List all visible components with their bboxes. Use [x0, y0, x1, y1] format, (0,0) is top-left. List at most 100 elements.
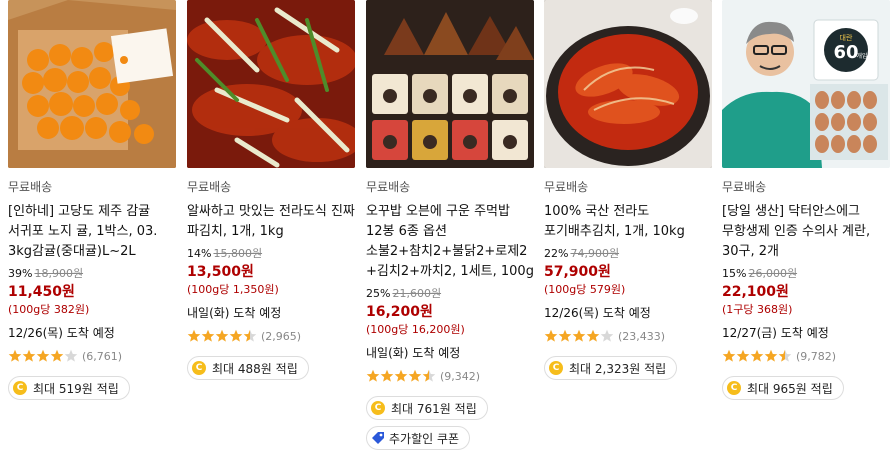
reward-badge: C 최대 488원 적립 — [187, 356, 309, 380]
review-count: (9,342) — [440, 369, 481, 383]
unit-price: (1구당 368원) — [722, 303, 793, 316]
review-count: (2,965) — [261, 329, 302, 343]
discount-rate: 14% — [187, 247, 212, 260]
product-image-eggs[interactable]: 대란 60 개입 — [722, 0, 890, 168]
discount-line: 14% 15,800원 — [187, 246, 355, 262]
sale-price: 11,450원 — [8, 284, 75, 300]
star-icon — [572, 329, 586, 342]
star-icon — [394, 369, 408, 382]
review-count: (23,433) — [618, 329, 666, 343]
original-price: 21,600원 — [392, 287, 442, 300]
free-shipping-label: 무료배송 — [366, 180, 411, 194]
star-icon — [22, 349, 36, 362]
star-icon — [544, 329, 558, 342]
product-title[interactable]: [당일 생산] 닥터안스에그 무항생제 인증 수의사 계란, 30구, 2개 — [722, 202, 890, 262]
product-title[interactable]: [인하네] 고당도 제주 감귤 서귀포 노지 귤, 1박스, 03. 3kg감귤… — [8, 202, 176, 262]
sale-price: 22,100원 — [722, 284, 789, 300]
free-shipping-label: 무료배송 — [722, 180, 767, 194]
badge-top-text: 대란 — [840, 34, 853, 42]
star-icon — [422, 369, 436, 382]
reward-text: 최대 2,323원 적립 — [569, 361, 667, 376]
arrival-date: 내일(화) 도착 예정 — [366, 346, 461, 360]
coupon-text: 추가할인 쿠폰 — [389, 431, 460, 446]
product-image-cabbage-kimchi[interactable] — [544, 0, 712, 168]
star-icon — [736, 349, 750, 362]
product-card[interactable]: 무료배송 오꾸밥 오븐에 구운 주먹밥 12봉 6종 옵션 소불2+참치2+불닭… — [366, 0, 534, 450]
rating: (6,761) — [8, 348, 176, 364]
discount-rate: 25% — [366, 287, 391, 300]
star-icon — [600, 329, 614, 342]
reward-text: 최대 488원 적립 — [212, 361, 298, 376]
coin-icon: C — [727, 381, 741, 395]
rating: (2,965) — [187, 328, 355, 344]
star-icon — [64, 349, 78, 362]
product-image-green-onion-kimchi[interactable] — [187, 0, 355, 168]
arrival-date: 12/27(금) 도착 예정 — [722, 326, 829, 340]
product-card[interactable]: 무료배송 [인하네] 고당도 제주 감귤 서귀포 노지 귤, 1박스, 03. … — [8, 0, 176, 400]
reward-text: 최대 519원 적립 — [33, 381, 119, 396]
product-card[interactable]: 무료배송 100% 국산 전라도 포기배추김치, 1개, 10kg 22% 74,… — [544, 0, 712, 380]
star-icon — [750, 349, 764, 362]
product-card[interactable]: 대란 60 개입 무료배송 [당일 생산] 닥터안스에그 무항생제 인증 수의사… — [722, 0, 890, 400]
star-rating — [722, 349, 792, 363]
badge-unit-text: 개입 — [856, 52, 867, 60]
discount-line: 25% 21,600원 — [366, 286, 534, 302]
coin-icon: C — [549, 361, 563, 375]
product-title[interactable]: 100% 국산 전라도 포기배추김치, 1개, 10kg — [544, 202, 712, 242]
coin-icon: C — [371, 401, 385, 415]
unit-price: (100g당 579원) — [544, 283, 626, 296]
reward-badge: C 최대 519원 적립 — [8, 376, 130, 400]
star-rating — [366, 369, 436, 383]
discount-line: 22% 74,900원 — [544, 246, 712, 262]
reward-text: 최대 965원 적립 — [747, 381, 833, 396]
star-icon — [243, 329, 257, 342]
star-icon — [366, 369, 380, 382]
discount-line: 15% 26,000원 — [722, 266, 890, 282]
reward-badge: C 최대 2,323원 적립 — [544, 356, 678, 380]
coin-icon: C — [13, 381, 27, 395]
sale-price: 13,500원 — [187, 264, 254, 280]
product-image-tangerines[interactable] — [8, 0, 176, 168]
review-count: (6,761) — [82, 349, 123, 363]
reward-badge: C 최대 965원 적립 — [722, 376, 844, 400]
star-icon — [229, 329, 243, 342]
star-icon — [215, 329, 229, 342]
star-icon — [408, 369, 422, 382]
star-icon — [8, 349, 22, 362]
reward-text: 최대 761원 적립 — [391, 401, 477, 416]
reward-badge: C 최대 761원 적립 — [366, 396, 488, 420]
star-icon — [201, 329, 215, 342]
product-image-rice-balls[interactable] — [366, 0, 534, 168]
unit-price: (100g당 16,200원) — [366, 323, 465, 336]
star-icon — [558, 329, 572, 342]
star-icon — [380, 369, 394, 382]
star-icon — [778, 349, 792, 362]
discount-rate: 39% — [8, 267, 33, 280]
free-shipping-label: 무료배송 — [187, 180, 232, 194]
original-price: 26,000원 — [748, 267, 798, 280]
product-row: 무료배송 [인하네] 고당도 제주 감귤 서귀포 노지 귤, 1박스, 03. … — [0, 0, 895, 469]
original-price: 74,900원 — [570, 247, 620, 260]
free-shipping-label: 무료배송 — [544, 180, 589, 194]
sale-price: 16,200원 — [366, 304, 433, 320]
star-icon — [764, 349, 778, 362]
badge-count-text: 60 — [833, 42, 858, 63]
rating: (23,433) — [544, 328, 712, 344]
product-card[interactable]: 무료배송 알싸하고 맛있는 전라도식 진짜 파김치, 1개, 1kg 14% 15… — [187, 0, 355, 380]
star-icon — [50, 349, 64, 362]
coupon-badge[interactable]: 추가할인 쿠폰 — [366, 426, 471, 450]
arrival-date: 내일(화) 도착 예정 — [187, 306, 282, 320]
product-title[interactable]: 오꾸밥 오븐에 구운 주먹밥 12봉 6종 옵션 소불2+참치2+불닭2+로제2… — [366, 202, 534, 282]
product-title[interactable]: 알싸하고 맛있는 전라도식 진짜 파김치, 1개, 1kg — [187, 202, 355, 242]
review-count: (9,782) — [796, 349, 837, 363]
rating: (9,782) — [722, 348, 890, 364]
discount-rate: 15% — [722, 267, 747, 280]
discount-line: 39% 18,900원 — [8, 266, 176, 282]
star-rating — [8, 349, 78, 363]
star-icon — [722, 349, 736, 362]
original-price: 18,900원 — [34, 267, 84, 280]
star-icon — [36, 349, 50, 362]
discount-rate: 22% — [544, 247, 569, 260]
star-rating — [544, 329, 614, 343]
arrival-date: 12/26(목) 도착 예정 — [8, 326, 115, 340]
